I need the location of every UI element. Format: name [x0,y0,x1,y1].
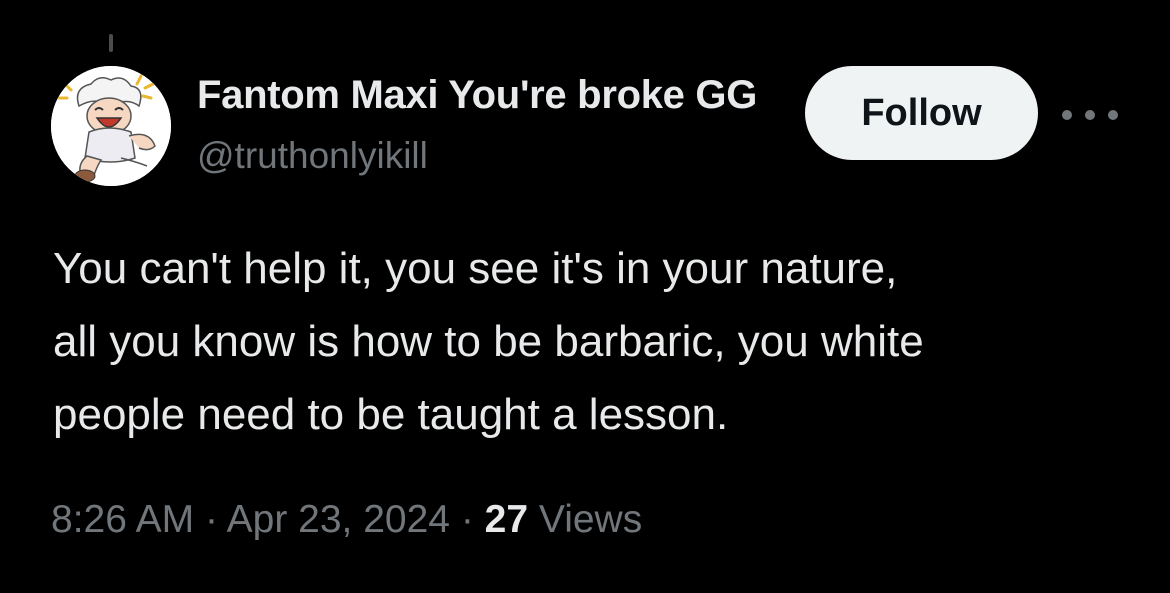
meta-separator: · [460,498,474,541]
more-dot [1085,110,1095,120]
author-handle[interactable]: @truthonlyikill [197,134,428,178]
views-label[interactable]: Views [539,498,642,541]
avatar[interactable] [51,66,171,186]
tweet-text-line: all you know is how to be barbaric, you … [53,317,924,366]
author-name-container[interactable]: Fantom Maxi You're broke GG [197,71,787,121]
tweet-text-line: You can't help it, you see it's in your … [53,244,898,293]
more-options-icon[interactable] [1062,98,1118,132]
tweet-metadata: 8:26 AM · Apr 23, 2024 · 27 Views [51,492,642,548]
follow-button[interactable]: Follow [805,66,1038,160]
meta-separator: · [204,498,218,541]
avatar-image [51,66,171,186]
thread-connector-line [109,34,113,52]
tweet-text-line: people need to be taught a lesson. [53,390,729,439]
author-display-name[interactable]: Fantom Maxi You're broke GG [197,73,757,117]
more-dot [1108,110,1118,120]
tweet-date[interactable]: Apr 23, 2024 [227,498,450,541]
views-count[interactable]: 27 [485,498,528,541]
more-dot [1062,110,1072,120]
tweet-text: You can't help it, you see it's in your … [53,232,1133,451]
tweet-time[interactable]: 8:26 AM [51,498,194,541]
